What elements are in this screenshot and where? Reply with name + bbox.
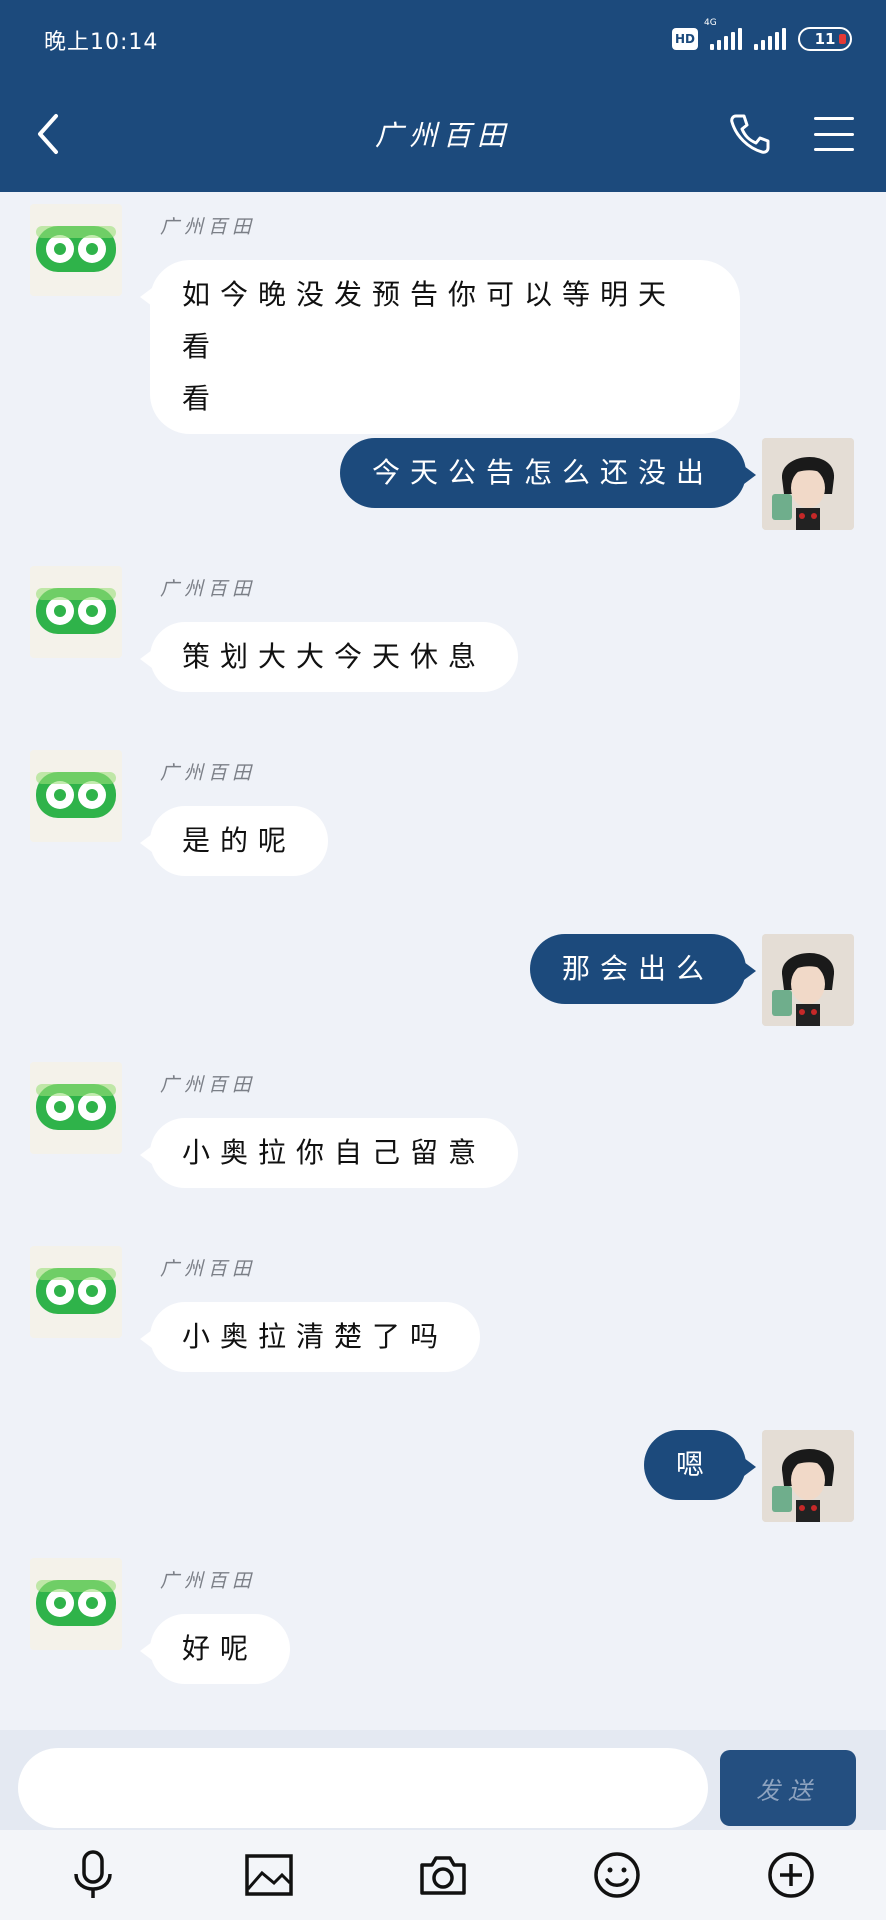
outgoing-message-bubble[interactable]: 那会出么 xyxy=(529,934,757,1004)
message-text: 今天公告怎么还没出 xyxy=(371,456,714,489)
sender-name: 广州百田 xyxy=(160,578,257,600)
sender-name: 广州百田 xyxy=(160,1074,257,1096)
user-avatar[interactable] xyxy=(762,1430,854,1522)
incoming-message-bubble[interactable]: 好呢 xyxy=(139,1614,291,1684)
incoming-message-bubble[interactable]: 如今晚没发预告你可以等明天看 看 xyxy=(140,260,740,434)
message-input[interactable] xyxy=(18,1748,708,1828)
plus-circle-icon xyxy=(768,1852,814,1898)
message-row: 今天公告怎么还没出 xyxy=(0,438,886,530)
outgoing-message-bubble[interactable]: 今天公告怎么还没出 xyxy=(339,438,757,508)
game-logo-icon xyxy=(30,750,122,842)
sender-avatar[interactable] xyxy=(30,1558,122,1650)
incoming-message-bubble[interactable]: 是的呢 xyxy=(139,806,329,876)
message-row: 广州百田 小奥拉你自己留意 xyxy=(0,1062,886,1212)
user-avatar-icon xyxy=(762,438,854,530)
status-time: 晚上10:14 xyxy=(44,30,159,55)
status-indicators: HD 4G 11 xyxy=(672,18,852,54)
user-avatar[interactable] xyxy=(762,934,854,1026)
camera-icon xyxy=(420,1856,466,1895)
send-button[interactable]: 发送 xyxy=(720,1750,856,1826)
message-row: 广州百田 策划大大今天休息 xyxy=(0,566,886,716)
message-row: 嗯 xyxy=(0,1430,886,1522)
microphone-icon xyxy=(74,1850,112,1898)
image-button[interactable] xyxy=(242,1848,296,1902)
message-text: 是的呢 xyxy=(182,824,297,857)
image-icon xyxy=(245,1854,293,1896)
sender-avatar[interactable] xyxy=(30,1246,122,1338)
sender-avatar[interactable] xyxy=(30,204,122,296)
signal-icon xyxy=(754,28,786,50)
message-text: 小奥拉你自己留意 xyxy=(182,1136,487,1169)
header-bar: 晚上10:14 HD 4G 11 广州百田 xyxy=(0,0,886,192)
incoming-message-bubble[interactable]: 小奥拉你自己留意 xyxy=(139,1118,519,1188)
message-row: 那会出么 xyxy=(0,934,886,1026)
sender-avatar[interactable] xyxy=(30,750,122,842)
message-composer: 发送 xyxy=(0,1730,886,1830)
emoji-icon xyxy=(594,1852,640,1898)
menu-button[interactable] xyxy=(812,112,856,156)
emoji-button[interactable] xyxy=(590,1848,644,1902)
message-text: 小奥拉清楚了吗 xyxy=(182,1320,449,1353)
message-text: 那会出么 xyxy=(561,952,714,985)
user-avatar-icon xyxy=(762,934,854,1026)
voice-button[interactable] xyxy=(66,1848,120,1902)
hamburger-menu-icon xyxy=(814,117,854,120)
sender-name: 广州百田 xyxy=(160,216,257,238)
outgoing-message-bubble[interactable]: 嗯 xyxy=(643,1430,757,1500)
hd-badge: HD xyxy=(672,28,698,50)
message-row: 广州百田 是的呢 xyxy=(0,750,886,900)
sender-avatar[interactable] xyxy=(30,566,122,658)
message-row: 广州百田 如今晚没发预告你可以等明天看 看 xyxy=(0,204,886,434)
call-button[interactable] xyxy=(726,110,774,158)
sender-avatar[interactable] xyxy=(30,1062,122,1154)
incoming-message-bubble[interactable]: 策划大大今天休息 xyxy=(139,622,519,692)
game-logo-icon xyxy=(30,1062,122,1154)
phone-icon xyxy=(730,114,770,154)
input-toolbar xyxy=(0,1830,886,1920)
message-text: 嗯 xyxy=(675,1448,714,1481)
more-button[interactable] xyxy=(764,1848,818,1902)
network-label: 4G xyxy=(704,18,717,28)
message-text: 看 xyxy=(182,382,221,415)
camera-button[interactable] xyxy=(416,1848,470,1902)
battery-icon: 11 xyxy=(798,27,852,51)
game-logo-icon xyxy=(30,566,122,658)
message-text: 策划大大今天休息 xyxy=(182,640,487,673)
incoming-message-bubble[interactable]: 小奥拉清楚了吗 xyxy=(139,1302,481,1372)
game-logo-icon xyxy=(30,1246,122,1338)
battery-level: 11 xyxy=(814,30,836,48)
sender-name: 广州百田 xyxy=(160,1570,257,1592)
message-text: 如今晚没发预告你可以等明天看 xyxy=(182,278,677,363)
user-avatar-icon xyxy=(762,1430,854,1522)
message-row: 广州百田 小奥拉清楚了吗 xyxy=(0,1246,886,1396)
message-text: 好呢 xyxy=(182,1632,259,1665)
user-avatar[interactable] xyxy=(762,438,854,530)
chat-screen: 晚上10:14 HD 4G 11 广州百田 广州百田 如今晚没发预告你可以等明天… xyxy=(0,0,886,1920)
signal-4g-icon: 4G xyxy=(704,18,742,50)
game-logo-icon xyxy=(30,1558,122,1650)
sender-name: 广州百田 xyxy=(160,1258,257,1280)
sender-name: 广州百田 xyxy=(160,762,257,784)
message-row: 广州百田 好呢 xyxy=(0,1558,886,1708)
game-logo-icon xyxy=(30,204,122,296)
